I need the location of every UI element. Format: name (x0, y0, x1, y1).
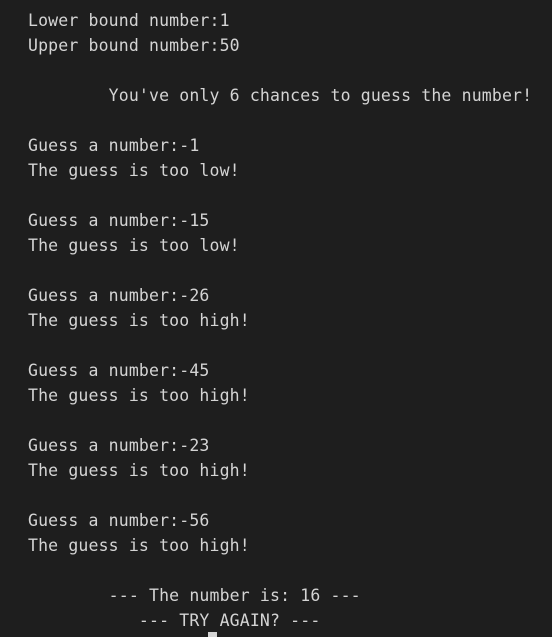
guess-prompt-2: Guess a number:-15 (28, 211, 210, 230)
guess-result-5: The guess is too high! (28, 461, 250, 480)
upper-bound-line: Upper bound number:50 (28, 36, 240, 55)
guess-result-2: The guess is too low! (28, 236, 240, 255)
guess-prompt-3: Guess a number:-26 (28, 286, 210, 305)
try-again-line: --- TRY AGAIN? --- (28, 611, 321, 630)
terminal-output[interactable]: Lower bound number:1 Upper bound number:… (0, 0, 552, 637)
answer-line: --- The number is: 16 --- (28, 586, 361, 605)
lower-bound-line: Lower bound number:1 (28, 11, 230, 30)
guess-prompt-6: Guess a number:-56 (28, 511, 210, 530)
text-cursor (208, 632, 217, 637)
guess-result-1: The guess is too low! (28, 161, 240, 180)
guess-prompt-5: Guess a number:-23 (28, 436, 210, 455)
guess-result-6: The guess is too high! (28, 536, 250, 555)
guess-result-4: The guess is too high! (28, 386, 250, 405)
guess-prompt-1: Guess a number:-1 (28, 136, 200, 155)
guess-result-3: The guess is too high! (28, 311, 250, 330)
guess-prompt-4: Guess a number:-45 (28, 361, 210, 380)
chances-message: You've only 6 chances to guess the numbe… (28, 86, 533, 105)
